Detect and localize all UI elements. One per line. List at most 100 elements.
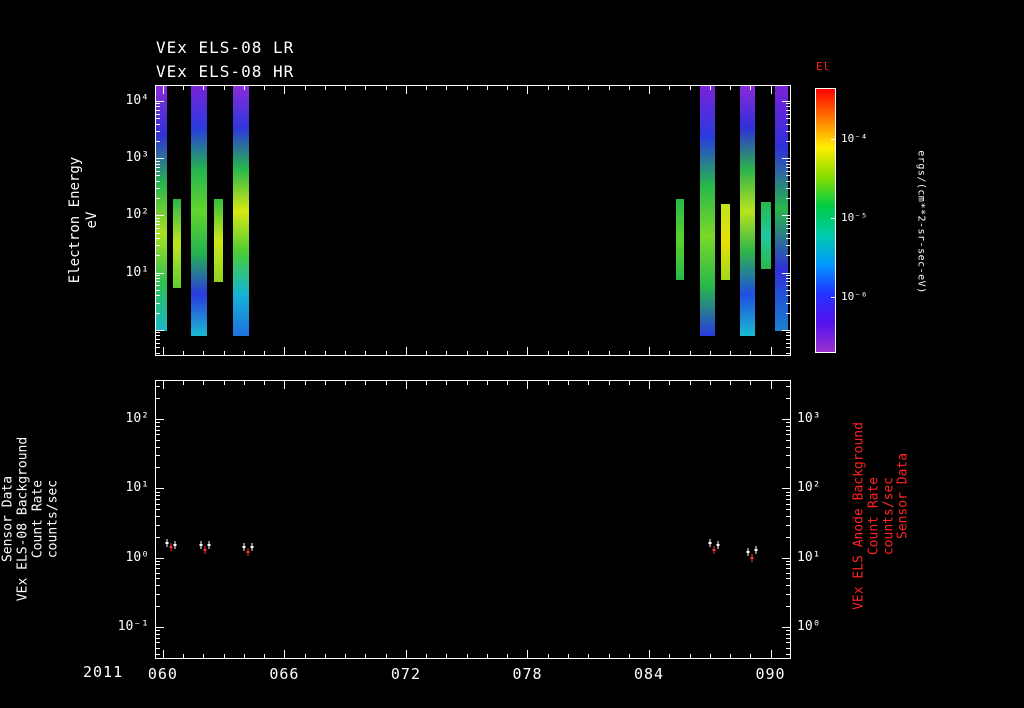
axis-tick (628, 351, 630, 355)
axis-tick (786, 654, 790, 656)
axis-tick (243, 86, 245, 90)
axis-tick (304, 351, 306, 355)
scatter-point (165, 539, 169, 548)
y-tick-label: 10¹ (797, 549, 821, 565)
scatter-point-dot (169, 546, 173, 549)
axis-tick (243, 381, 245, 385)
axis-tick (264, 654, 266, 658)
axis-tick (156, 130, 160, 132)
axis-tick (786, 524, 790, 526)
axis-tick (786, 515, 790, 517)
axis-tick (782, 215, 790, 217)
axis-tick (786, 578, 790, 580)
scatter-point (754, 545, 758, 554)
axis-tick (365, 381, 367, 385)
axis-tick (156, 180, 160, 182)
axis-tick (786, 585, 790, 587)
axis-tick (405, 650, 407, 658)
axis-tick (156, 425, 160, 427)
axis-tick (786, 113, 790, 115)
axis-tick (786, 275, 790, 277)
axis-tick (786, 491, 790, 493)
top-y-axis-title-line1: Electron Energy (67, 156, 83, 284)
axis-tick (770, 650, 772, 658)
axis-tick (786, 278, 790, 280)
axis-tick (162, 86, 164, 94)
axis-tick (156, 338, 160, 340)
bottom-right-axis-title-line2: Count Rate (866, 476, 882, 556)
axis-tick (486, 654, 488, 658)
axis-tick (156, 419, 164, 421)
axis-tick (507, 654, 509, 658)
axis-tick (649, 650, 651, 658)
scatter-point-dot (746, 551, 750, 554)
axis-tick (486, 86, 488, 90)
axis-tick (786, 255, 790, 257)
axis-tick (786, 281, 790, 283)
plot-title-lr: VEx ELS-08 LR (156, 38, 295, 57)
axis-tick (770, 347, 772, 355)
colorbar-tick (831, 217, 835, 219)
axis-tick (284, 86, 286, 94)
axis-tick (156, 434, 160, 436)
axis-tick (786, 425, 790, 427)
axis-tick (786, 130, 790, 132)
axis-tick (466, 351, 468, 355)
axis-tick (786, 647, 790, 649)
axis-tick (689, 86, 691, 90)
x-tick-label: 060 (147, 665, 178, 683)
scatter-point-dot (173, 544, 177, 547)
axis-tick (156, 163, 160, 165)
axis-tick (385, 654, 387, 658)
spectrogram-stripe (213, 198, 223, 283)
axis-tick (156, 585, 160, 587)
axis-tick (709, 351, 711, 355)
axis-tick (156, 491, 160, 493)
axis-tick (156, 557, 164, 559)
axis-tick (786, 109, 790, 111)
axis-tick (156, 275, 160, 277)
axis-tick (156, 312, 160, 314)
axis-tick (588, 381, 590, 385)
axis-tick (786, 564, 790, 566)
axis-tick (786, 160, 790, 162)
axis-tick (156, 106, 160, 108)
axis-tick (786, 118, 790, 120)
axis-tick (284, 650, 286, 658)
scatter-point-dot (716, 544, 720, 547)
scatter-point (712, 545, 716, 554)
axis-tick (649, 347, 651, 355)
axis-tick (786, 217, 790, 219)
axis-tick (786, 439, 790, 441)
axis-tick (156, 103, 160, 105)
axis-tick (770, 381, 772, 389)
axis-tick (588, 86, 590, 90)
scatter-point (750, 553, 754, 562)
axis-tick (156, 329, 164, 331)
scatter-point-dot (165, 542, 169, 545)
axis-tick (156, 593, 160, 595)
axis-tick (156, 113, 160, 115)
axis-tick (156, 499, 160, 501)
axis-tick (786, 398, 790, 400)
axis-tick (156, 536, 160, 538)
axis-tick (786, 335, 790, 337)
axis-tick (750, 351, 752, 355)
axis-tick (156, 515, 160, 517)
axis-tick (730, 86, 732, 90)
axis-tick (466, 381, 468, 385)
scatter-point (199, 541, 203, 550)
axis-tick (786, 429, 790, 431)
axis-tick (786, 180, 790, 182)
axis-tick (786, 593, 790, 595)
axis-tick (223, 654, 225, 658)
axis-tick (709, 654, 711, 658)
axis-tick (786, 175, 790, 177)
axis-tick (223, 86, 225, 90)
y-tick-label: 10¹ (125, 264, 149, 280)
axis-tick (786, 509, 790, 511)
axis-tick (156, 488, 164, 490)
axis-tick (786, 560, 790, 562)
axis-tick (786, 499, 790, 501)
count-rate-panel: 10² 10¹ 10⁰ 10⁻¹ 10³ 10² 10¹ 10⁰ 060 066 072 078 084… (118, 380, 820, 683)
